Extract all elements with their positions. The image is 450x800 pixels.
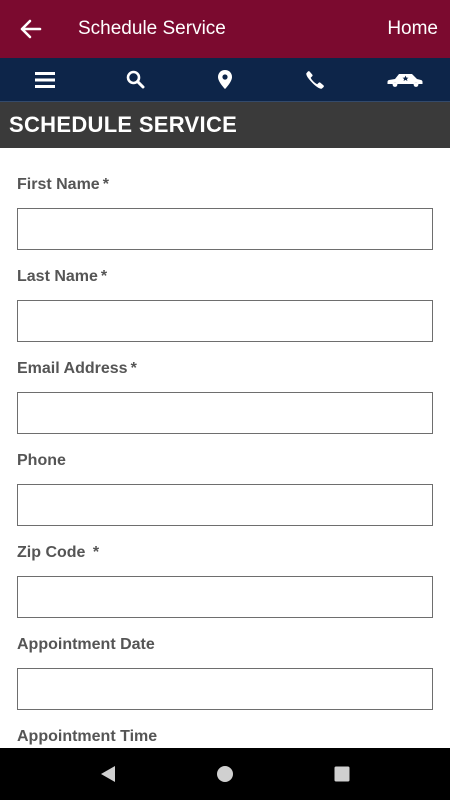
appointment-time-field: Appointment Time (17, 728, 433, 748)
menu-icon (35, 71, 55, 88)
location-button[interactable] (180, 58, 270, 102)
zip-code-input[interactable] (17, 576, 433, 618)
zip-code-field: Zip Code * (17, 544, 433, 618)
home-link[interactable]: Home (387, 18, 438, 40)
last-name-input[interactable] (17, 300, 433, 342)
system-back-button[interactable] (88, 754, 128, 794)
zip-code-label: Zip Code * (17, 544, 100, 561)
email-input[interactable] (17, 392, 433, 434)
home-circle-icon (216, 766, 233, 782)
location-pin-icon (218, 70, 232, 89)
phone-button[interactable] (270, 58, 360, 102)
appointment-date-label: Appointment Date (17, 636, 155, 653)
phone-label: Phone (17, 452, 66, 469)
vehicles-button[interactable] (360, 58, 450, 102)
section-title: SCHEDULE SERVICE (0, 102, 450, 148)
system-navigation-bar (0, 748, 450, 800)
phone-input[interactable] (17, 484, 433, 526)
icon-nav-bar (0, 58, 450, 102)
first-name-label: First Name * (17, 176, 109, 193)
system-recents-button[interactable] (322, 754, 362, 794)
first-name-field: First Name * (17, 176, 433, 250)
appointment-date-field: Appointment Date (17, 636, 433, 710)
system-home-button[interactable] (205, 754, 245, 794)
email-label: Email Address * (17, 360, 137, 377)
app-bar: Schedule Service Home (0, 0, 450, 58)
first-name-input[interactable] (17, 208, 433, 250)
appointment-date-input[interactable] (17, 668, 433, 710)
phone-field: Phone (17, 452, 433, 526)
arrow-left-icon (20, 19, 42, 39)
schedule-service-form: First Name * Last Name * Email Address * Ph… (0, 148, 450, 748)
back-triangle-icon (101, 766, 116, 782)
last-name-label: Last Name * (17, 268, 108, 285)
appointment-time-label: Appointment Time (17, 728, 158, 745)
email-field: Email Address * (17, 360, 433, 434)
search-icon (126, 70, 144, 89)
app-bar-title: Schedule Service (78, 18, 226, 39)
phone-icon (306, 70, 324, 89)
back-button[interactable] (0, 0, 62, 58)
car-icon (387, 73, 423, 87)
search-button[interactable] (90, 58, 180, 102)
recents-square-icon (334, 766, 350, 782)
last-name-field: Last Name * (17, 268, 433, 342)
menu-button[interactable] (0, 58, 90, 102)
